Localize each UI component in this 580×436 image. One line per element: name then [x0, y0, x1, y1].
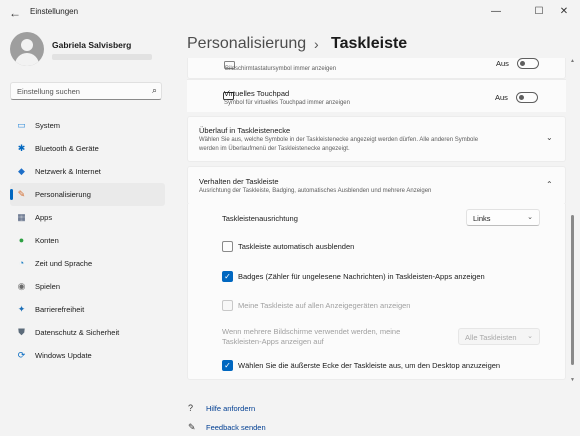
sidebar-zeit-und-sprache-icon: ◔ — [18, 258, 25, 268]
keyboard-icon-row: Bildschirmtastatursymbol immer anzeigen … — [187, 58, 566, 79]
behavior-subtitle: Ausrichtung der Taskleiste, Badging, aut… — [199, 188, 432, 194]
sidebar-item-apps[interactable]: ▦ Apps — [10, 206, 165, 229]
sidebar-item-label: Netzwerk & Internet — [35, 167, 101, 176]
autohide-label[interactable]: Taskleiste automatisch ausblenden — [238, 242, 354, 251]
help-icon: ? — [188, 403, 194, 413]
sidebar-personalisierung-icon: ✎ — [17, 189, 26, 199]
chevron-down-icon: ⌄ — [527, 214, 533, 221]
user-name: Gabriela Salvisberg — [52, 40, 132, 50]
search-box[interactable]: Einstellung suchen ⌕ — [10, 82, 162, 100]
touchpad-toggle[interactable] — [516, 92, 538, 103]
sidebar-item-label: Zeit und Sprache — [35, 259, 93, 268]
sidebar-item-netzwerk-internet[interactable]: ◆ Netzwerk & Internet — [10, 160, 165, 183]
sidebar-item-label: System — [35, 121, 61, 130]
alignment-value: Links — [473, 214, 491, 223]
scroll-up-icon[interactable]: ▲ — [570, 58, 575, 64]
sidebar-konten-icon: ● — [18, 235, 25, 245]
taskbar-behavior-content: Taskleistenausrichtung Links ⌄ Taskleist… — [187, 204, 566, 380]
sidebar-windows-update-icon: ⟳ — [17, 350, 26, 360]
help-link[interactable]: Hilfe anfordern — [206, 404, 255, 413]
feedback-icon: ✎ — [188, 422, 196, 432]
content-pane: Bildschirmtastatursymbol immer anzeigen … — [187, 58, 566, 383]
behavior-title: Verhalten der Taskleiste — [199, 177, 279, 186]
maximize-button[interactable]: ☐ — [526, 2, 552, 22]
autohide-checkbox[interactable] — [222, 241, 233, 252]
sidebar-item-barrierefreiheit[interactable]: ✦ Barrierefreiheit — [10, 298, 165, 321]
avatar[interactable] — [10, 32, 44, 66]
touchpad-row-title: Virtuelles Touchpad — [224, 89, 290, 98]
sidebar-barrierefreiheit-icon: ✦ — [17, 304, 26, 314]
sidebar-item-personalisierung[interactable]: ✎ Personalisierung — [10, 183, 165, 206]
overflow-subtitle-line1: Wählen Sie aus, welche Symbole in der Ta… — [199, 137, 479, 143]
touchpad-toggle-state: Aus — [495, 93, 508, 102]
sidebar-item-label: Datenschutz & Sicherheit — [35, 328, 120, 337]
badges-checkbox[interactable]: ✓ — [222, 271, 233, 282]
search-input[interactable]: Einstellung suchen — [17, 87, 80, 96]
sidebar-item-label: Personalisierung — [35, 190, 91, 199]
touchpad-row-subtitle: Symbol für virtuelles Touchpad immer anz… — [224, 100, 350, 106]
page-title: Taskleiste — [331, 35, 408, 52]
keyboard-row-subtitle: Bildschirmtastatursymbol immer anzeigen — [225, 66, 337, 72]
badges-label[interactable]: Badges (Zähler für ungelesene Nachrichte… — [238, 272, 485, 281]
multi-display-label-line1: Wenn mehrere Bildschirme verwendet werde… — [222, 327, 401, 336]
title-bar: ← Einstellungen — ☐ ✕ — [0, 0, 580, 26]
sidebar-item-konten[interactable]: ● Konten — [10, 229, 165, 252]
sidebar-item-label: Spielen — [35, 282, 61, 291]
sidebar-item-zeit-und-sprache[interactable]: ◔ Zeit und Sprache — [10, 252, 165, 275]
breadcrumb-parent[interactable]: Personalisierung — [187, 35, 306, 53]
search-icon[interactable]: ⌕ — [152, 85, 157, 96]
alignment-dropdown[interactable]: Links ⌄ — [466, 209, 540, 226]
scroll-down-icon[interactable]: ▼ — [570, 377, 575, 383]
all-displays-checkbox — [222, 300, 233, 311]
user-email-blurred — [52, 54, 152, 60]
sidebar-bluetooth-geräte-icon: ✱ — [17, 143, 26, 153]
multi-display-dropdown: Alle Taskleisten ⌄ — [458, 328, 540, 345]
sidebar-item-label: Konten — [35, 236, 59, 245]
sidebar-item-label: Bluetooth & Geräte — [35, 144, 99, 153]
sidebar-item-datenschutz-sicherheit[interactable]: ⛊ Datenschutz & Sicherheit — [10, 321, 165, 344]
sidebar-spielen-icon: ◉ — [17, 281, 26, 291]
keyboard-toggle-state: Aus — [496, 59, 509, 68]
sidebar-item-spielen[interactable]: ◉ Spielen — [10, 275, 165, 298]
multi-display-value: Alle Taskleisten — [465, 333, 517, 342]
sidebar-netzwerk-internet-icon: ◆ — [18, 166, 25, 176]
overflow-subtitle-line2: werden im Überlaufmenü der Taskleistenec… — [199, 146, 350, 152]
touchpad-row: Virtuelles Touchpad Symbol für virtuelle… — [187, 79, 566, 112]
all-displays-label: Meine Taskleiste auf allen Anzeigegeräte… — [238, 301, 411, 310]
sidebar-nav: ▭ System ✱ Bluetooth & Geräte ◆ Netzwerk & In… — [10, 114, 165, 367]
sidebar-datenschutz-sicherheit-icon: ⛊ — [18, 327, 25, 337]
scrollbar-thumb[interactable] — [571, 215, 574, 365]
taskbar-overflow-card[interactable]: Überlauf in Taskleistenecke Wählen Sie a… — [187, 116, 566, 162]
multi-display-label-line2: Taskleisten-Apps anzeigen auf — [222, 337, 324, 346]
sidebar-item-label: Windows Update — [35, 351, 92, 360]
corner-checkbox[interactable]: ✓ — [222, 360, 233, 371]
sidebar-item-windows-update[interactable]: ⟳ Windows Update — [10, 344, 165, 367]
keyboard-toggle[interactable] — [517, 58, 539, 69]
sidebar-item-label: Barrierefreiheit — [35, 305, 85, 314]
close-button[interactable]: ✕ — [551, 2, 577, 22]
taskbar-behavior-header[interactable]: Verhalten der Taskleiste Ausrichtung der… — [187, 166, 566, 205]
overflow-title: Überlauf in Taskleistenecke — [199, 126, 291, 135]
feedback-link[interactable]: Feedback senden — [206, 423, 266, 432]
chevron-up-icon[interactable]: ⌃ — [546, 180, 553, 189]
corner-label[interactable]: Wählen Sie die äußerste Ecke der Tasklei… — [238, 361, 500, 370]
sidebar-item-system[interactable]: ▭ System — [10, 114, 165, 137]
breadcrumb-separator-icon: › — [314, 36, 319, 52]
back-arrow-icon[interactable]: ← — [8, 6, 22, 20]
sidebar-apps-icon: ▦ — [17, 212, 26, 222]
window-title: Einstellungen — [30, 7, 79, 16]
sidebar-system-icon: ▭ — [17, 120, 26, 130]
sidebar-item-bluetooth-geräte[interactable]: ✱ Bluetooth & Geräte — [10, 137, 165, 160]
sidebar-item-label: Apps — [35, 213, 53, 222]
minimize-button[interactable]: — — [483, 2, 509, 22]
chevron-down-icon: ⌄ — [527, 333, 533, 340]
chevron-down-icon[interactable]: ⌄ — [546, 133, 553, 142]
alignment-label: Taskleistenausrichtung — [222, 214, 298, 223]
